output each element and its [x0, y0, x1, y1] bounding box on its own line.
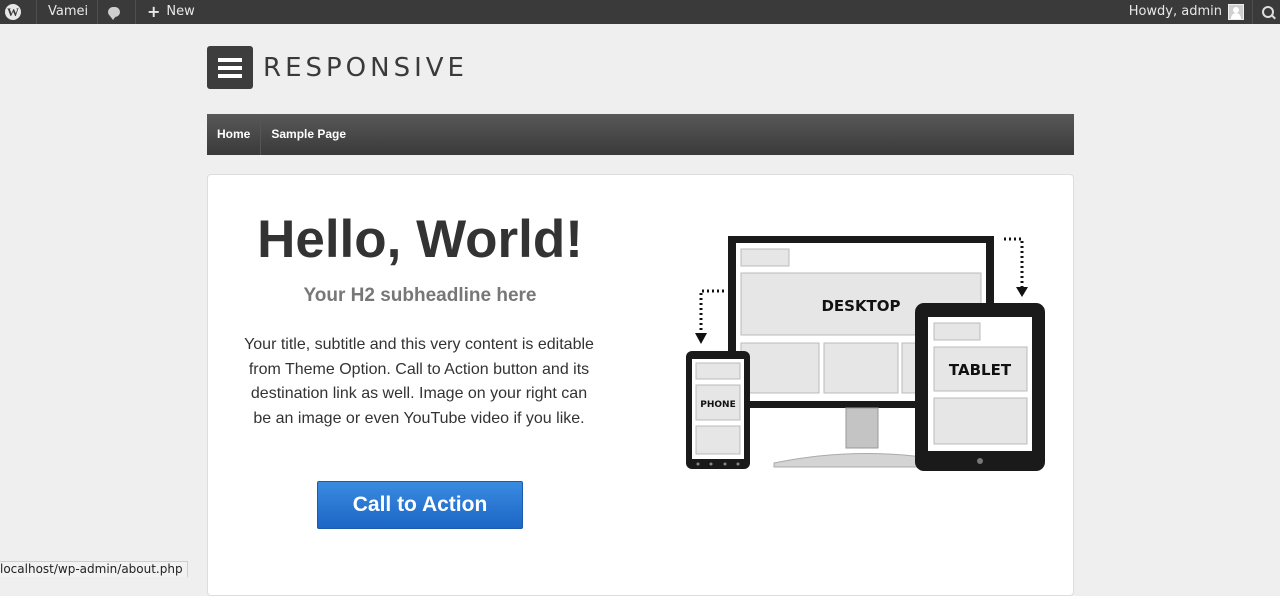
admin-bar-divider	[135, 0, 136, 24]
admin-bar-search[interactable]	[1262, 0, 1274, 24]
logo-text: RESPONSIVE	[263, 52, 468, 83]
new-content-menu[interactable]: + New	[147, 0, 195, 24]
howdy-label: Howdy, admin	[1128, 4, 1222, 19]
site-name-link[interactable]: Vamei	[48, 0, 88, 24]
admin-bar-divider	[1252, 0, 1253, 24]
avatar	[1228, 4, 1244, 20]
phone-label: PHONE	[700, 400, 735, 410]
hero-title: Hello, World!	[257, 210, 583, 269]
plus-icon: +	[147, 2, 161, 21]
wordpress-logo-menu[interactable]: W	[5, 0, 27, 24]
hero-description: Your title, subtitle and this very conte…	[244, 336, 594, 427]
main-navigation: Home Sample Page	[207, 114, 1074, 155]
call-to-action-button[interactable]: Call to Action	[317, 481, 523, 529]
comment-bubble-icon	[108, 7, 120, 20]
hamburger-logo-icon	[207, 46, 253, 89]
site-logo[interactable]: RESPONSIVE	[207, 46, 468, 89]
nav-item-home[interactable]: Home	[207, 114, 262, 155]
search-icon	[1262, 6, 1274, 18]
nav-item-sample-page[interactable]: Sample Page	[261, 114, 356, 155]
hero-subtitle: Your H2 subheadline here	[303, 285, 537, 306]
admin-bar-divider	[36, 0, 37, 24]
new-label: New	[166, 4, 195, 19]
admin-bar-divider	[97, 0, 98, 24]
desktop-label: DESKTOP	[821, 297, 900, 315]
browser-status-url: localhost/wp-admin/about.php	[0, 561, 188, 577]
wordpress-icon: W	[5, 4, 21, 20]
featured-content: Hello, World! Your H2 subheadline here Y…	[207, 174, 1074, 596]
comments-link[interactable]	[108, 0, 120, 24]
tablet-label: TABLET	[949, 361, 1012, 379]
admin-bar: W Vamei + New Howdy, admin	[0, 0, 1280, 24]
account-menu[interactable]: Howdy, admin	[1129, 0, 1244, 24]
responsive-devices-image: DESKTOP TABLET PHONE	[686, 236, 1045, 471]
